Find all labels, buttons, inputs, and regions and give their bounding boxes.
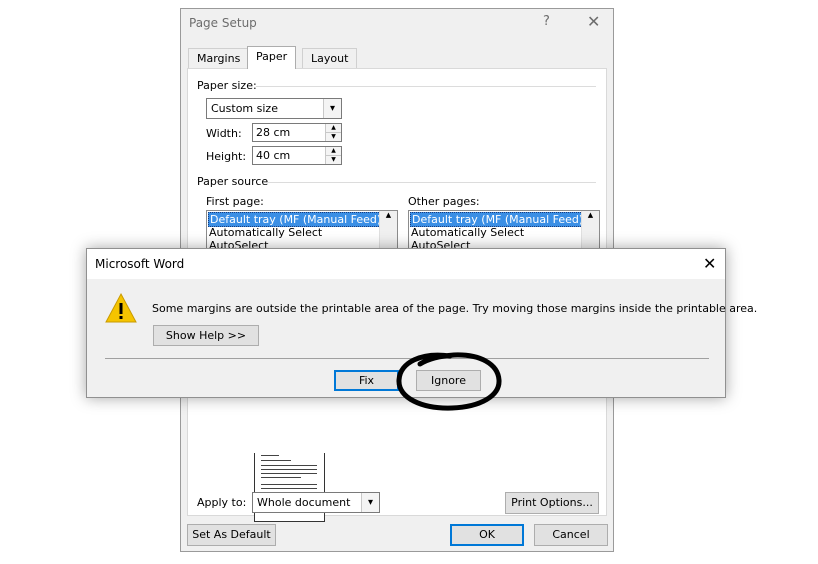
close-icon[interactable]: ✕ [587, 12, 600, 31]
divider [256, 86, 596, 87]
apply-to-value: Whole document [257, 496, 351, 509]
spinner-buttons: ▲ ▼ [325, 147, 341, 164]
height-label: Height: [206, 150, 247, 163]
tab-layout[interactable]: Layout [302, 48, 358, 69]
list-item[interactable]: Default tray (MF (Manual Feed)) [208, 212, 388, 227]
first-page-label: First page: [206, 195, 264, 208]
tab-paper[interactable]: Paper [247, 46, 297, 69]
paper-source-label: Paper source [197, 175, 269, 188]
show-help-button[interactable]: Show Help >> [153, 325, 259, 346]
close-icon[interactable]: ✕ [703, 254, 716, 273]
paper-size-value: Custom size [211, 102, 278, 115]
spin-up-icon[interactable]: ▲ [326, 124, 341, 133]
spin-down-icon[interactable]: ▼ [326, 156, 341, 164]
dialog-title: Page Setup [189, 16, 257, 30]
other-pages-label: Other pages: [408, 195, 480, 208]
paper-size-select[interactable]: Custom size ▾ [206, 98, 342, 119]
warning-icon [105, 292, 137, 323]
spin-up-icon[interactable]: ▲ [326, 147, 341, 156]
apply-to-select[interactable]: Whole document ▾ [252, 492, 380, 513]
height-spinner[interactable]: 40 cm ▲ ▼ [252, 146, 342, 165]
set-as-default-button[interactable]: Set As Default [187, 524, 276, 546]
paper-size-label: Paper size: [197, 79, 257, 92]
apply-to-label: Apply to: [197, 496, 247, 509]
fix-button[interactable]: Fix [334, 370, 399, 391]
list-item[interactable]: Default tray (MF (Manual Feed)) [410, 212, 590, 227]
width-label: Width: [206, 127, 242, 140]
width-spinner[interactable]: 28 cm ▲ ▼ [252, 123, 342, 142]
print-options-button[interactable]: Print Options... [505, 492, 599, 514]
alert-message: Some margins are outside the printable a… [152, 302, 758, 315]
width-value: 28 cm [256, 126, 291, 139]
divider [268, 182, 596, 183]
annotation-circle [396, 352, 502, 411]
help-icon[interactable]: ? [543, 14, 550, 29]
ok-button[interactable]: OK [450, 524, 524, 546]
chevron-down-icon[interactable]: ▾ [361, 493, 379, 512]
height-value: 40 cm [256, 149, 291, 162]
spinner-buttons: ▲ ▼ [325, 124, 341, 141]
list-item[interactable]: Automatically Select [209, 226, 322, 239]
alert-title: Microsoft Word [95, 257, 185, 271]
cancel-button[interactable]: Cancel [534, 524, 608, 546]
chevron-down-icon[interactable]: ▾ [323, 99, 341, 118]
list-item[interactable]: Automatically Select [411, 226, 524, 239]
spin-down-icon[interactable]: ▼ [326, 133, 341, 141]
tab-margins[interactable]: Margins [188, 48, 250, 69]
